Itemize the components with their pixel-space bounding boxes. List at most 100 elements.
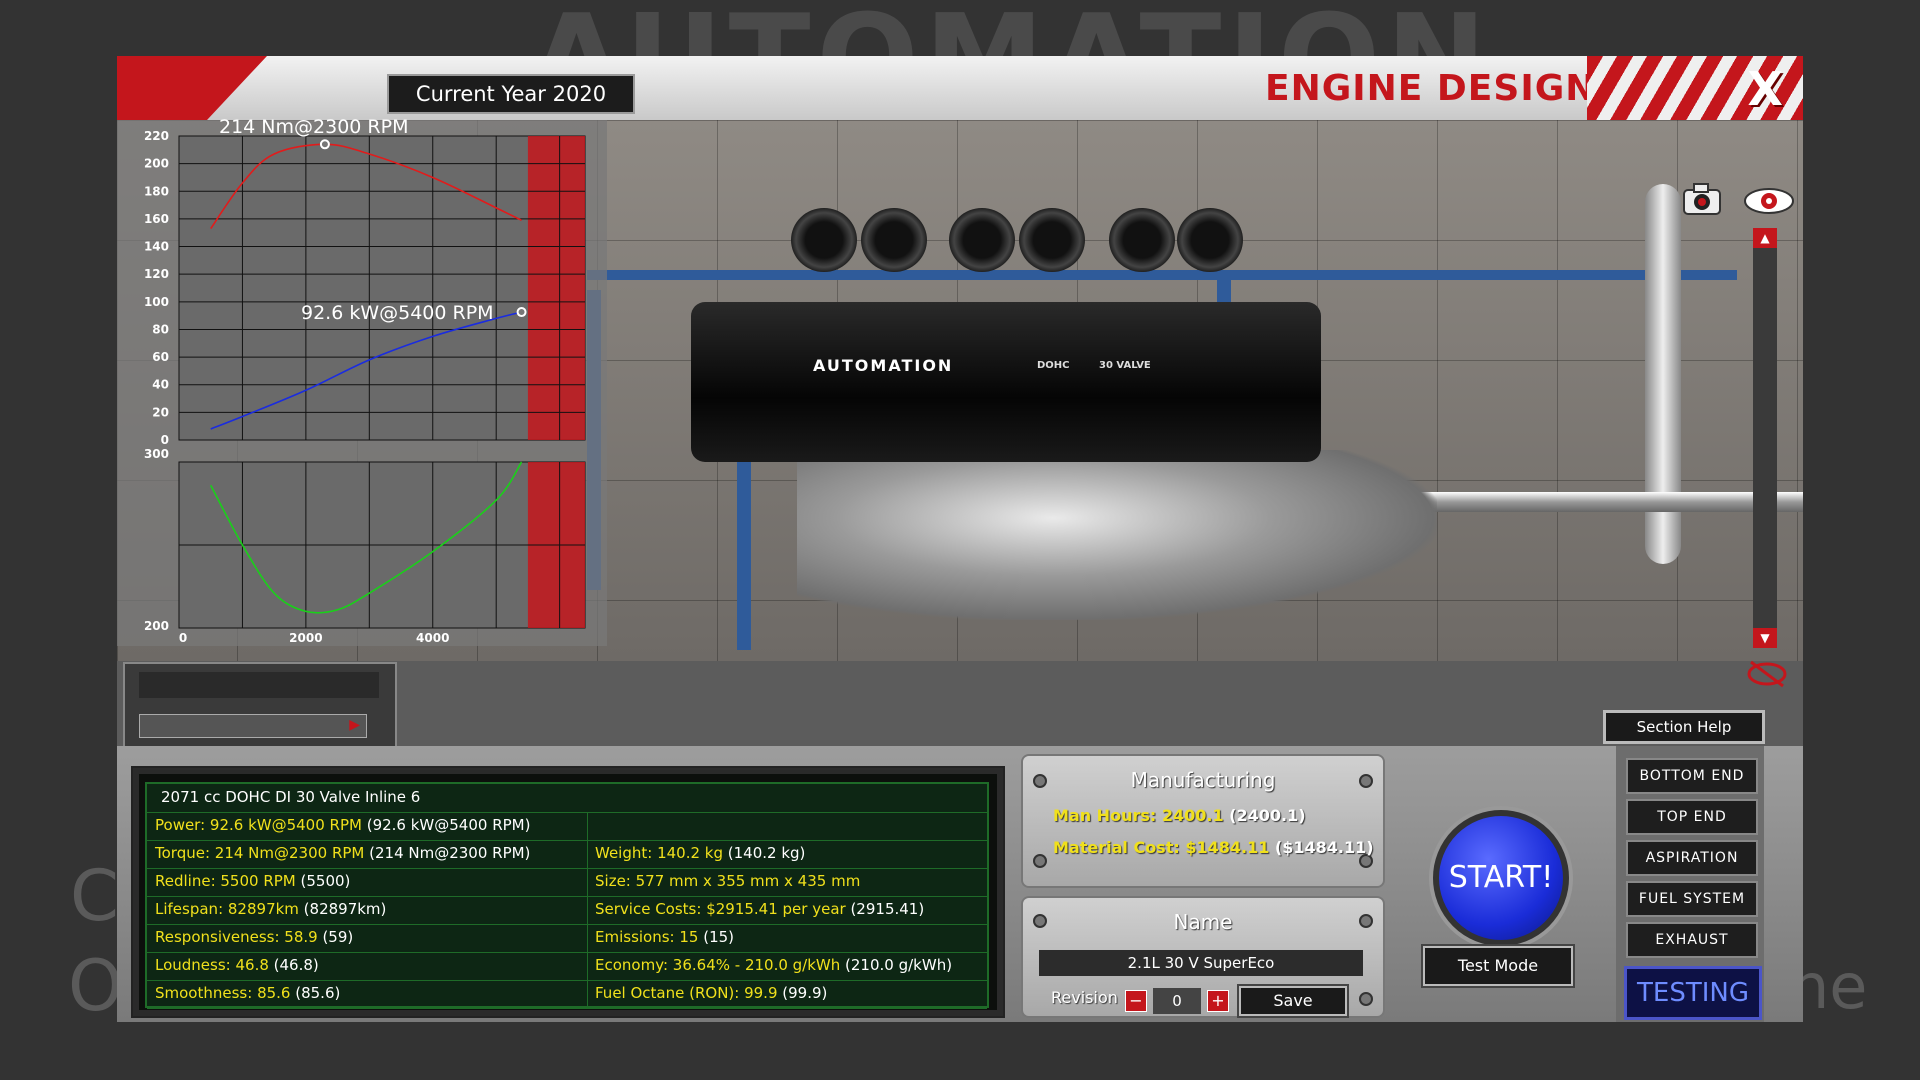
y-tick-label: 120 xyxy=(144,267,169,281)
revision-label: Revision xyxy=(1051,988,1118,1007)
eye-icon[interactable] xyxy=(1743,186,1795,220)
y-tick-label: 60 xyxy=(152,350,169,364)
stat-right: Service Costs: $2915.41 per year (2915.4… xyxy=(595,896,924,923)
stat-right-label: Size: 577 mm x 355 mm x 435 mm xyxy=(595,872,861,890)
y-tick-label: 300 xyxy=(144,447,169,461)
power-peak-marker xyxy=(516,307,527,318)
stat-right-value: (99.9) xyxy=(777,984,828,1002)
man-hours-label: Man Hours: 2400.1 xyxy=(1053,806,1224,825)
stat-left-label: Power: 92.6 kW@5400 RPM xyxy=(155,816,362,834)
section-button-exhaust[interactable]: EXHAUST xyxy=(1626,922,1758,958)
stat-left-value: (46.8) xyxy=(268,956,319,974)
section-button-aspiration[interactable]: ASPIRATION xyxy=(1626,840,1758,876)
engine-slot-bar xyxy=(139,672,379,698)
zoom-scrollbar[interactable] xyxy=(1753,228,1777,628)
stat-left: Lifespan: 82897km (82897km) xyxy=(155,896,386,923)
section-button-fuel-system[interactable]: FUEL SYSTEM xyxy=(1626,881,1758,917)
stat-left-value: (59) xyxy=(317,928,354,946)
engine-valve-cover: AUTOMATION DOHC 30 VALVE xyxy=(691,302,1321,462)
intake-trumpet xyxy=(861,208,927,272)
stat-left-value: (214 Nm@2300 RPM) xyxy=(364,844,531,862)
arrow-right-icon[interactable]: ▶ xyxy=(349,717,360,733)
revision-decrement-button[interactable]: − xyxy=(1125,990,1147,1012)
exhaust-manifold xyxy=(797,450,1437,620)
stat-left-value: (85.6) xyxy=(290,984,341,1002)
x-tick-label: 4000 xyxy=(416,631,449,645)
y-tick-label: 220 xyxy=(144,129,169,143)
man-hours: Man Hours: 2400.1 (2400.1) xyxy=(1053,806,1306,825)
bottom-panel: 2071 cc DOHC DI 30 Valve Inline 6 Power:… xyxy=(117,746,1803,1022)
stat-right: Fuel Octane (RON): 99.9 (99.9) xyxy=(595,980,827,1007)
engine-cover-valve: 30 VALVE xyxy=(1099,360,1151,371)
rivet xyxy=(1359,992,1373,1006)
engine-stats-panel: 2071 cc DOHC DI 30 Valve Inline 6 Power:… xyxy=(131,766,1005,1018)
camera-icon[interactable] xyxy=(1682,182,1722,220)
current-year-display: Current Year 2020 xyxy=(387,74,635,114)
frame-rail xyxy=(587,270,1737,280)
stat-right-label: Emissions: 15 xyxy=(595,928,699,946)
stats-title-row: 2071 cc DOHC DI 30 Valve Inline 6 xyxy=(147,784,987,813)
stat-right-label: Weight: 140.2 kg xyxy=(595,844,723,862)
engine-cover-logo: AUTOMATION xyxy=(813,356,954,375)
stat-left: Loudness: 46.8 (46.8) xyxy=(155,952,319,979)
y-tick-label: 20 xyxy=(152,405,169,419)
intake-trumpet xyxy=(1109,208,1175,272)
start-button[interactable]: START! xyxy=(1433,810,1569,946)
frame-rail xyxy=(737,450,751,650)
stats-row: Torque: 214 Nm@2300 RPM (214 Nm@2300 RPM… xyxy=(147,840,987,869)
section-button-bottom-end[interactable]: BOTTOM END xyxy=(1626,758,1758,794)
stat-left-label: Redline: 5500 RPM xyxy=(155,872,296,890)
y-tick-label: 80 xyxy=(152,322,169,336)
power-peak-label: 92.6 kW@5400 RPM xyxy=(301,302,494,324)
section-title: ENGINE DESIGN xyxy=(1265,68,1597,109)
name-panel: Name 2.1L 30 V SuperEco Revision − 0 + S… xyxy=(1023,898,1383,1016)
section-testing-button[interactable]: TESTING xyxy=(1624,966,1762,1020)
stat-right-label: Service Costs: $2915.41 per year xyxy=(595,900,846,918)
engine-cover-dohc: DOHC xyxy=(1037,360,1070,371)
x-tick-label: 0 xyxy=(179,631,187,645)
close-button[interactable]: X xyxy=(1748,62,1783,116)
stat-left: Responsiveness: 58.9 (59) xyxy=(155,924,353,951)
torque-peak-marker xyxy=(319,139,330,150)
engine-stats-grid: 2071 cc DOHC DI 30 Valve Inline 6 Power:… xyxy=(145,782,989,1009)
stats-row: Lifespan: 82897km (82897km) Service Costs… xyxy=(147,896,987,925)
y-tick-label: 0 xyxy=(161,433,169,447)
y-tick-label: 100 xyxy=(144,295,169,309)
stats-row: Responsiveness: 58.9 (59) Emissions: 15 (… xyxy=(147,924,987,953)
stat-left: Torque: 214 Nm@2300 RPM (214 Nm@2300 RPM… xyxy=(155,840,530,867)
manufacturing-panel: Manufacturing Man Hours: 2400.1 (2400.1)… xyxy=(1023,756,1383,886)
stat-right-value: (2915.41) xyxy=(845,900,925,918)
manufacturing-title: Manufacturing xyxy=(1130,768,1276,792)
engine-description: 2071 cc DOHC DI 30 Valve Inline 6 xyxy=(161,788,421,806)
stat-right-value: (210.0 g/kWh) xyxy=(840,956,953,974)
material-cost-label: Material Cost: $1484.11 xyxy=(1053,838,1270,857)
window-header: Current Year 2020 ENGINE DESIGN X xyxy=(117,56,1803,120)
engine-design-window: AUTOMATION DOHC 30 VALVE ▲ ▼ Current Yea… xyxy=(117,56,1803,1022)
material-cost: Material Cost: $1484.11 ($1484.11) xyxy=(1053,838,1374,857)
engine-name-input[interactable]: 2.1L 30 V SuperEco xyxy=(1039,950,1363,976)
header-accent xyxy=(117,56,267,120)
test-mode-button[interactable]: Test Mode xyxy=(1423,946,1573,986)
revision-increment-button[interactable]: + xyxy=(1207,990,1229,1012)
engine-slot-slider[interactable]: ▶ xyxy=(139,714,367,738)
y-tick-label: 160 xyxy=(144,212,169,226)
man-hours-value: (2400.1) xyxy=(1223,806,1306,825)
section-button-top-end[interactable]: TOP END xyxy=(1626,799,1758,835)
engine-slot-panel: ▶ xyxy=(123,662,397,754)
intake-trumpet xyxy=(949,208,1015,272)
stats-row: Power: 92.6 kW@5400 RPM (92.6 kW@5400 RP… xyxy=(147,812,987,841)
y-tick-label: 40 xyxy=(152,378,169,392)
revision-value: 0 xyxy=(1153,988,1201,1014)
hide-view-icon[interactable] xyxy=(1747,660,1787,692)
stat-left-label: Torque: 214 Nm@2300 RPM xyxy=(155,844,365,862)
scroll-down-icon[interactable]: ▼ xyxy=(1753,628,1777,648)
save-button[interactable]: Save xyxy=(1239,986,1347,1016)
section-help-button[interactable]: Section Help xyxy=(1603,710,1765,744)
scroll-up-icon[interactable]: ▲ xyxy=(1753,228,1777,248)
intake-trumpet xyxy=(791,208,857,272)
background-fragment-c: C xyxy=(70,855,119,937)
section-navigation: BOTTOM END TOP END ASPIRATION FUEL SYSTEM EX… xyxy=(1616,746,1764,1022)
background-fragment-o: O xyxy=(68,945,124,1027)
intake-trumpet xyxy=(1019,208,1085,272)
x-tick-label: 2000 xyxy=(289,631,322,645)
